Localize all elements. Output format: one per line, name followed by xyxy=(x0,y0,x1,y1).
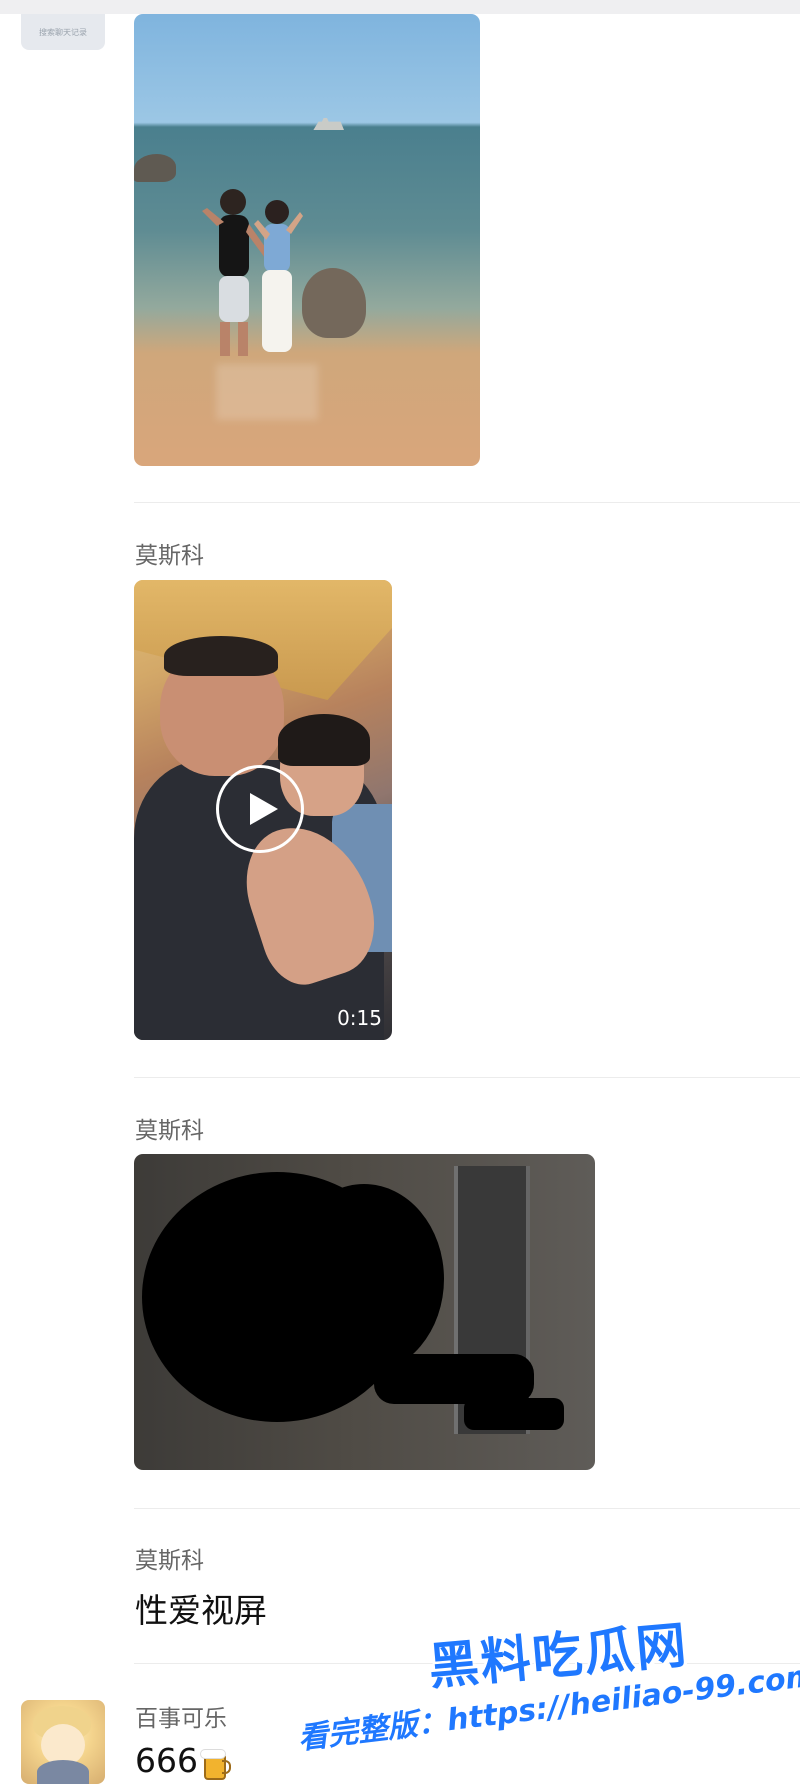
message-text-value: 666 xyxy=(135,1741,198,1780)
top-bar xyxy=(0,0,800,14)
message-divider xyxy=(134,1508,800,1509)
beer-handle xyxy=(222,1760,231,1774)
play-button[interactable] xyxy=(216,765,304,853)
woman-hair xyxy=(278,714,370,766)
video-duration: 0:15 xyxy=(337,1006,382,1030)
avatar-body xyxy=(37,1760,89,1784)
beach-rock xyxy=(302,268,366,338)
play-icon xyxy=(249,793,278,825)
search-chip-label: 搜索聊天记录 xyxy=(39,27,87,37)
redaction-blob xyxy=(284,1184,444,1374)
video-message[interactable]: 0:15 xyxy=(134,580,392,1040)
beach-photo[interactable] xyxy=(134,14,480,466)
man-hair xyxy=(164,636,278,676)
woman-figure xyxy=(248,196,304,366)
lighthouse xyxy=(313,118,344,130)
shore-rock xyxy=(134,154,176,182)
search-chip[interactable]: 搜索聊天记录 xyxy=(21,14,105,50)
redacted-image-message[interactable] xyxy=(134,1154,595,1470)
message-divider xyxy=(134,1077,800,1078)
message-text: 性爱视屏 xyxy=(135,1591,267,1630)
redaction-blob xyxy=(464,1398,564,1430)
sender-name: 莫斯科 xyxy=(135,543,204,569)
message-divider xyxy=(134,502,800,503)
beer-mug-icon xyxy=(201,1747,231,1780)
water-reflection xyxy=(216,364,318,420)
redaction-blob xyxy=(374,1354,534,1404)
sender-name: 百事可乐 xyxy=(135,1706,227,1732)
sender-name: 莫斯科 xyxy=(135,1118,204,1144)
sender-name: 莫斯科 xyxy=(135,1548,204,1574)
message-text: 666 xyxy=(135,1741,231,1780)
avatar[interactable] xyxy=(21,1700,105,1784)
